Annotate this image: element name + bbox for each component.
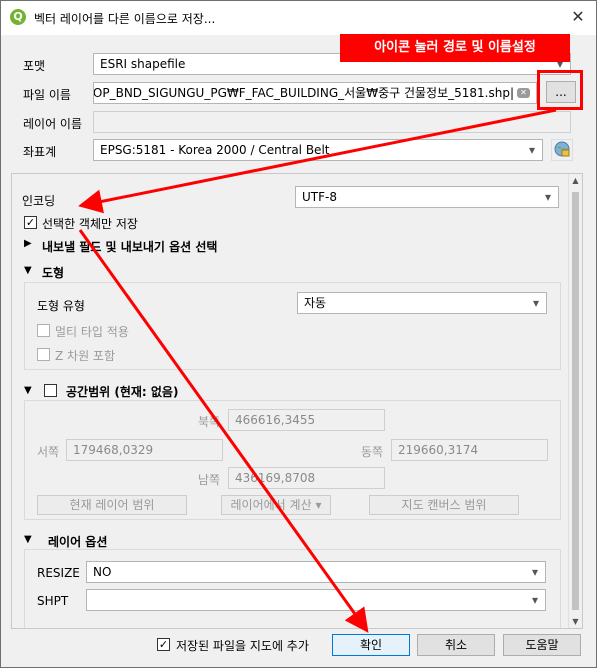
annotation-arrows — [78, 108, 557, 633]
annotation-arrow-to-checkbox — [78, 108, 557, 214]
annotation-arrow-to-ok — [78, 229, 369, 633]
